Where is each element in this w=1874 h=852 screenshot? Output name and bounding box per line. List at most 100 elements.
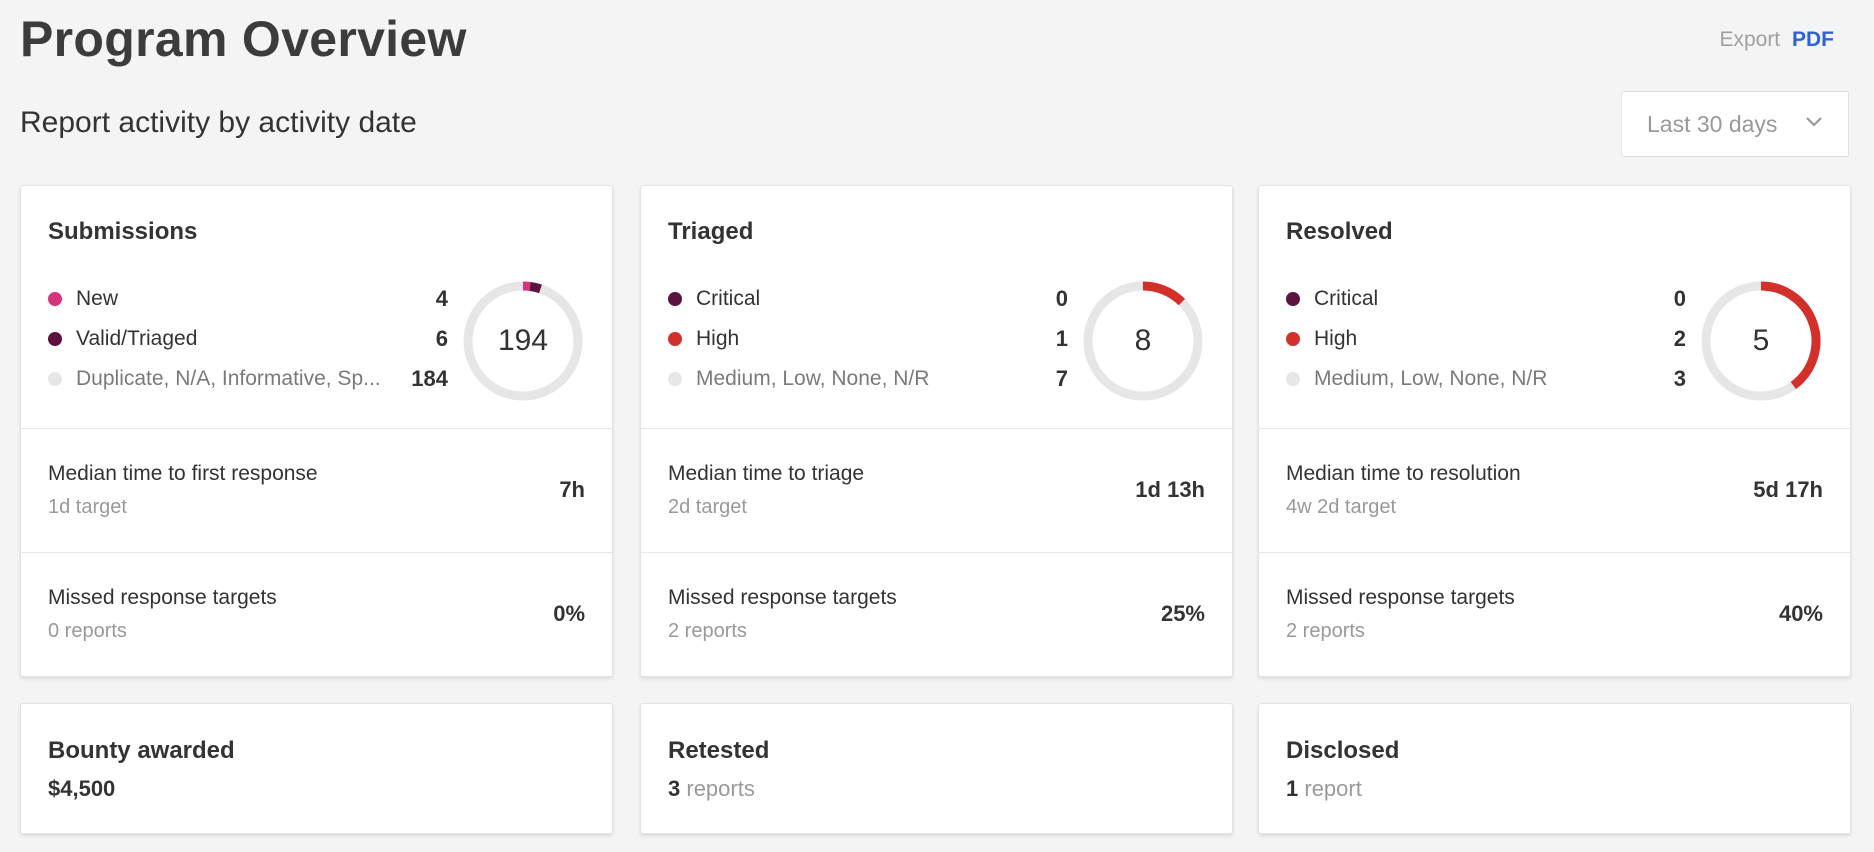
summary-value: 3 reports <box>668 776 755 802</box>
card-title: Submissions <box>48 218 198 245</box>
legend: Critical 0 High 1 Medium, Low, None, N/R… <box>668 279 1068 399</box>
donut-total: 8 <box>1134 324 1152 357</box>
legend-count: 7 <box>1055 366 1068 391</box>
metric-value: 40% <box>1778 601 1823 626</box>
legend-label: Valid/Triaged <box>76 327 198 350</box>
legend: Critical 0 High 2 Medium, Low, None, N/R… <box>1286 279 1686 399</box>
legend-dot <box>48 292 62 306</box>
card-triaged: Triaged Critical 0 High 1 Medium, Low, N… <box>640 185 1233 677</box>
donut-chart: 8 <box>1081 279 1205 403</box>
card-title: Triaged <box>668 218 754 245</box>
section-subtitle: Report activity by activity date <box>20 106 417 139</box>
legend-count: 184 <box>411 366 448 391</box>
legend-label: New <box>76 287 119 310</box>
legend-label: Duplicate, N/A, Informative, Sp... <box>76 367 381 390</box>
metric-value: 5d 17h <box>1753 477 1823 502</box>
date-range-value: Last 30 days <box>1647 110 1778 137</box>
summary-number: $4,500 <box>48 776 116 801</box>
metric-target: 1d target <box>48 496 127 518</box>
metric-reports: 2 reports <box>1286 620 1365 642</box>
metric-value: 25% <box>1160 601 1205 626</box>
legend-label: Critical <box>1314 287 1379 310</box>
summary-unit: reports <box>686 776 755 801</box>
legend: New 4 Valid/Triaged 6 Duplicate, N/A, In… <box>48 279 448 399</box>
card-retested: Retested 3 reports <box>640 703 1233 834</box>
missed-targets-metric: Missed response targets 2 reports 25% <box>641 553 1232 677</box>
card-bounty-awarded: Bounty awarded $4,500 <box>20 703 613 834</box>
metric-value: 0% <box>553 601 585 626</box>
legend-count: 3 <box>1673 366 1686 391</box>
legend-label: Medium, Low, None, N/R <box>1314 367 1548 390</box>
card-submissions: Submissions New 4 Valid/Triaged 6 Duplic… <box>20 185 613 677</box>
summary-value: $4,500 <box>48 776 115 802</box>
metric-target: 2d target <box>668 496 747 518</box>
legend-item: Critical 0 <box>1286 279 1686 319</box>
card-disclosed: Disclosed 1 report <box>1258 703 1851 834</box>
export-pdf-link[interactable]: PDF <box>1792 28 1834 51</box>
legend-label: High <box>696 327 740 350</box>
legend-dot <box>668 292 682 306</box>
metric-label: Median time to resolution <box>1286 462 1521 485</box>
metric-label: Median time to first response <box>48 462 318 485</box>
metric-value: 1d 13h <box>1135 477 1205 502</box>
legend-item: Medium, Low, None, N/R 3 <box>1286 359 1686 399</box>
legend-item: Duplicate, N/A, Informative, Sp... 184 <box>48 359 448 399</box>
legend-label: High <box>1314 327 1358 350</box>
donut-chart: 194 <box>461 279 585 403</box>
legend-dot <box>668 332 682 346</box>
legend-item: Valid/Triaged 6 <box>48 319 448 359</box>
chevron-down-icon <box>1806 117 1822 127</box>
legend-item: High 2 <box>1286 319 1686 359</box>
legend-dot <box>1286 332 1300 346</box>
legend-dot <box>48 372 62 386</box>
metric-reports: 2 reports <box>668 620 747 642</box>
legend-item: High 1 <box>668 319 1068 359</box>
card-resolved: Resolved Critical 0 High 2 Medium, Low, … <box>1258 185 1851 677</box>
donut-chart: 5 <box>1699 279 1823 403</box>
legend-label: Medium, Low, None, N/R <box>696 367 930 390</box>
median-time-metric: Median time to first response 1d target … <box>21 429 612 553</box>
legend-label: Critical <box>696 287 761 310</box>
metric-label: Missed response targets <box>48 586 277 609</box>
card-breakdown: Resolved Critical 0 High 2 Medium, Low, … <box>1259 186 1850 429</box>
donut-total: 5 <box>1752 324 1770 357</box>
legend-dot <box>668 372 682 386</box>
legend-dot <box>1286 292 1300 306</box>
summary-title: Retested <box>668 737 770 764</box>
export-control: Export PDF <box>1719 28 1834 52</box>
metric-label: Missed response targets <box>668 586 897 609</box>
metric-reports: 0 reports <box>48 620 127 642</box>
summary-title: Disclosed <box>1286 737 1400 764</box>
card-breakdown: Triaged Critical 0 High 1 Medium, Low, N… <box>641 186 1232 429</box>
legend-dot <box>1286 372 1300 386</box>
summary-number: 1 <box>1286 776 1299 801</box>
missed-targets-metric: Missed response targets 0 reports 0% <box>21 553 612 677</box>
summary-unit: report <box>1304 776 1362 801</box>
legend-count: 0 <box>1055 286 1068 311</box>
metric-label: Missed response targets <box>1286 586 1515 609</box>
summary-value: 1 report <box>1286 776 1362 802</box>
metric-value: 7h <box>559 477 585 502</box>
legend-count: 1 <box>1055 326 1068 351</box>
legend-item: New 4 <box>48 279 448 319</box>
legend-count: 4 <box>435 286 448 311</box>
date-range-select[interactable]: Last 30 days <box>1621 91 1849 157</box>
card-breakdown: Submissions New 4 Valid/Triaged 6 Duplic… <box>21 186 612 429</box>
legend-count: 0 <box>1673 286 1686 311</box>
page-title: Program Overview <box>20 11 467 67</box>
median-time-metric: Median time to resolution 4w 2d target 5… <box>1259 429 1850 553</box>
legend-item: Critical 0 <box>668 279 1068 319</box>
legend-item: Medium, Low, None, N/R 7 <box>668 359 1068 399</box>
summary-number: 3 <box>668 776 681 801</box>
summary-title: Bounty awarded <box>48 737 235 764</box>
export-label: Export <box>1719 28 1781 51</box>
metric-label: Median time to triage <box>668 462 865 485</box>
legend-count: 6 <box>435 326 448 351</box>
legend-count: 2 <box>1673 326 1686 351</box>
median-time-metric: Median time to triage 2d target 1d 13h <box>641 429 1232 553</box>
metric-target: 4w 2d target <box>1286 496 1397 518</box>
missed-targets-metric: Missed response targets 2 reports 40% <box>1259 553 1850 677</box>
card-title: Resolved <box>1286 218 1393 245</box>
donut-total: 194 <box>497 324 549 357</box>
legend-dot <box>48 332 62 346</box>
